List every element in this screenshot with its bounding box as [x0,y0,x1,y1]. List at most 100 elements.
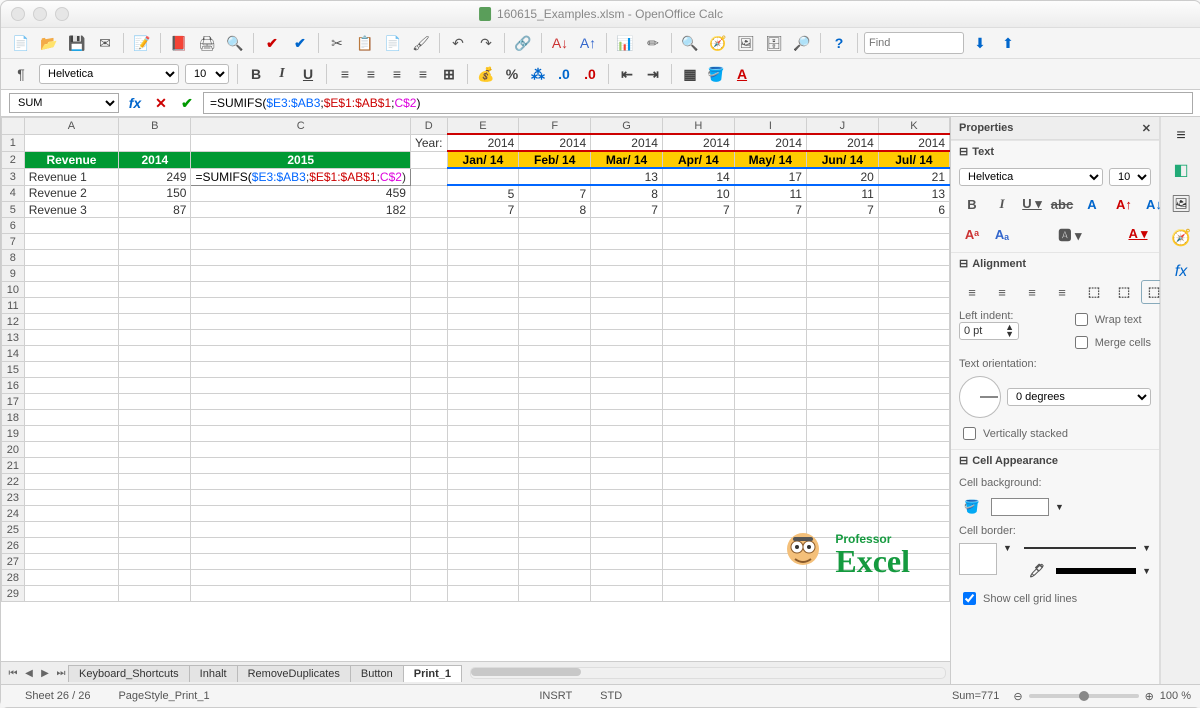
cell-F13[interactable] [519,330,591,346]
cell-K25[interactable] [878,522,949,538]
cell-J1[interactable]: 2014 [806,134,878,151]
cell-J17[interactable] [806,394,878,410]
tab-nav-next[interactable]: ▶ [37,665,53,681]
accept-button[interactable]: ✔ [177,93,197,113]
cell-K19[interactable] [878,426,949,442]
cell-E12[interactable] [447,314,519,330]
sb-valign-mid-button[interactable]: ⬚ [1111,280,1137,304]
cell-G19[interactable] [591,426,663,442]
cell-C17[interactable] [191,394,410,410]
cell-C26[interactable] [191,538,410,554]
cell-E4[interactable]: 5 [447,185,519,202]
cell-A7[interactable] [24,234,118,250]
cell-A24[interactable] [24,506,118,522]
cell-H9[interactable] [662,266,734,282]
cell-J18[interactable] [806,410,878,426]
cell-E7[interactable] [447,234,519,250]
cell-I6[interactable] [734,218,806,234]
cell-C1[interactable] [191,134,410,151]
cell-D15[interactable] [410,362,447,378]
cell-D6[interactable] [410,218,447,234]
panel-alignment-header[interactable]: ⊟Alignment [951,252,1159,274]
cell-K11[interactable] [878,298,949,314]
cell-E18[interactable] [447,410,519,426]
row-header-27[interactable]: 27 [2,554,25,570]
cell-C14[interactable] [191,346,410,362]
gridlines-checkbox[interactable]: Show cell grid lines [959,589,1151,608]
new-button[interactable]: 📄 [9,31,33,55]
cell-K21[interactable] [878,458,949,474]
cell-F26[interactable] [519,538,591,554]
row-header-11[interactable]: 11 [2,298,25,314]
sb-align-right-button[interactable]: ≡ [1019,280,1045,304]
cell-G8[interactable] [591,250,663,266]
cell-B12[interactable] [119,314,191,330]
cell-B23[interactable] [119,490,191,506]
cell-I10[interactable] [734,282,806,298]
cell-A15[interactable] [24,362,118,378]
sb-align-justify-button[interactable]: ≡ [1049,280,1075,304]
cell-F23[interactable] [519,490,591,506]
cell-E17[interactable] [447,394,519,410]
cell-B1[interactable] [119,134,191,151]
cell-C24[interactable] [191,506,410,522]
undo-button[interactable]: ↶ [446,31,470,55]
find-input[interactable] [864,32,964,54]
spreadsheet-grid[interactable]: ABCDEFGHIJK1Year:20142014201420142014201… [1,117,950,661]
cell-I14[interactable] [734,346,806,362]
cell-J3[interactable]: 20 [806,168,878,185]
cell-H6[interactable] [662,218,734,234]
cell-H11[interactable] [662,298,734,314]
cell-I15[interactable] [734,362,806,378]
zoom-out-button[interactable]: ⊖ [1013,690,1022,703]
cell-B14[interactable] [119,346,191,362]
cell-K7[interactable] [878,234,949,250]
cell-I28[interactable] [734,570,806,586]
cell-E16[interactable] [447,378,519,394]
merge-cells-checkbox[interactable]: Merge cells [1071,333,1151,352]
cell-D25[interactable] [410,522,447,538]
edit-button[interactable]: 📝 [130,31,154,55]
cell-E22[interactable] [447,474,519,490]
cell-B16[interactable] [119,378,191,394]
cell-G10[interactable] [591,282,663,298]
cell-D2[interactable] [410,151,447,168]
zoom-slider[interactable] [1029,694,1139,698]
redo-button[interactable]: ↷ [474,31,498,55]
cell-F27[interactable] [519,554,591,570]
deck-gallery-icon[interactable]: 🖼 [1168,191,1194,217]
cell-F15[interactable] [519,362,591,378]
cell-D29[interactable] [410,586,447,602]
sb-valign-top-button[interactable]: ⬚ [1081,280,1107,304]
cell-C11[interactable] [191,298,410,314]
cell-K24[interactable] [878,506,949,522]
col-header-G[interactable]: G [591,118,663,135]
cell-A3[interactable]: Revenue 1 [24,168,118,185]
datasources-button[interactable]: 🗄 [762,31,786,55]
cell-C9[interactable] [191,266,410,282]
cell-I29[interactable] [734,586,806,602]
row-header-23[interactable]: 23 [2,490,25,506]
cell-H13[interactable] [662,330,734,346]
cell-H18[interactable] [662,410,734,426]
cell-I12[interactable] [734,314,806,330]
sb-size-select[interactable]: 10 [1109,168,1151,186]
cell-A21[interactable] [24,458,118,474]
cell-I19[interactable] [734,426,806,442]
zoom-light[interactable] [55,7,69,21]
sb-align-left-button[interactable]: ≡ [959,280,985,304]
cell-J14[interactable] [806,346,878,362]
col-header-E[interactable]: E [447,118,519,135]
cell-C27[interactable] [191,554,410,570]
col-header-D[interactable]: D [410,118,447,135]
cell-D10[interactable] [410,282,447,298]
cell-J28[interactable] [806,570,878,586]
cell-D20[interactable] [410,442,447,458]
cell-G11[interactable] [591,298,663,314]
wrap-text-checkbox[interactable]: Wrap text [1071,310,1151,329]
cell-B8[interactable] [119,250,191,266]
cell-H14[interactable] [662,346,734,362]
underline-button[interactable]: U [298,64,318,84]
cell-C13[interactable] [191,330,410,346]
status-selection-mode[interactable]: STD [586,690,636,702]
